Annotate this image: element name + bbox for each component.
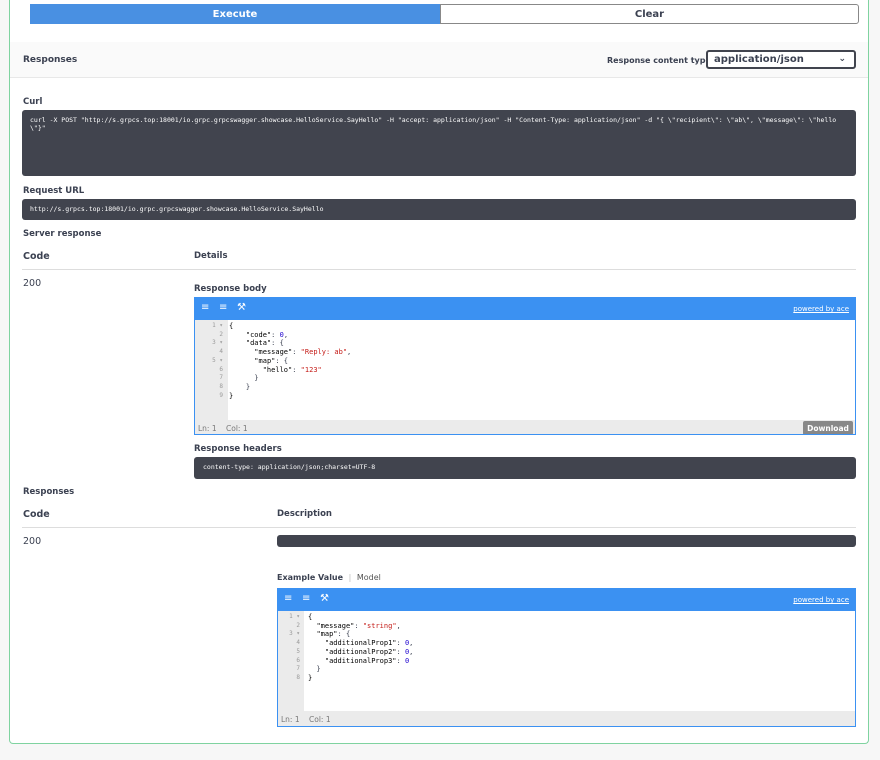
server-response-code: 200 <box>23 278 42 289</box>
responses-label: Responses <box>23 487 75 497</box>
download-button[interactable]: Download <box>803 421 853 434</box>
curl-label: Curl <box>23 97 43 107</box>
response-content-type-value: application/json <box>714 54 804 65</box>
response-body-code: { "code": 0, "data": { "message": "Reply… <box>229 322 352 400</box>
line-numbers: 1 ▾ 2 3 ▾ 4 5 6 7 8 <box>289 613 300 681</box>
request-url-value[interactable]: http://s.grpcs.top:18001/io.grpc.grpcswa… <box>22 199 856 220</box>
status-col: Col: 1 <box>309 715 331 724</box>
editor-toolbar: ≡ ≡ ⚒ powered by ace <box>278 589 855 611</box>
curl-command[interactable]: curl -X POST "http://s.grpcs.top:18001/i… <box>22 110 856 176</box>
response-headers-value[interactable]: content-type: application/json;charset=U… <box>194 457 856 479</box>
editor-statusbar: Ln: 1 Col: 1 Download <box>195 420 855 434</box>
responses-title: Responses <box>23 55 78 65</box>
response-description-block <box>277 535 856 547</box>
editor-statusbar: Ln: 1 Col: 1 <box>278 711 855 726</box>
wrench-icon[interactable]: ⚒ <box>320 593 329 604</box>
request-url-label: Request URL <box>23 186 85 196</box>
divider <box>22 269 856 270</box>
chevron-down-icon: ⌄ <box>838 54 846 64</box>
example-value-editor[interactable]: ≡ ≡ ⚒ powered by ace 1 ▾ 2 3 ▾ 4 5 6 7 8… <box>277 588 856 727</box>
tab-separator: | <box>348 573 352 582</box>
responses-code-header: Code <box>23 509 50 520</box>
indent-icon[interactable]: ≡ <box>284 593 292 604</box>
powered-by-ace-link[interactable]: powered by ace <box>793 305 849 313</box>
response-content-type-select[interactable]: application/json ⌄ <box>706 50 856 69</box>
responses-description-header: Description <box>277 509 332 519</box>
server-response-label: Server response <box>23 229 102 239</box>
wrench-icon[interactable]: ⚒ <box>237 302 246 313</box>
execute-wrapper: Execute Clear <box>30 4 859 24</box>
indent-icon[interactable]: ≡ <box>201 302 209 313</box>
tab-model[interactable]: Model <box>357 573 381 582</box>
divider <box>22 527 856 528</box>
response-body-label: Response body <box>194 284 267 294</box>
line-numbers: 1 ▾ 2 3 ▾ 4 5 ▾ 6 7 8 9 <box>212 322 223 399</box>
editor-toolbar: ≡ ≡ ⚒ powered by ace <box>195 298 855 320</box>
responses-code: 200 <box>23 536 42 547</box>
response-content-type-label: Response content type <box>607 56 711 65</box>
powered-by-ace-link[interactable]: powered by ace <box>793 596 849 604</box>
operation-panel: Execute Clear Responses Response content… <box>9 0 869 744</box>
server-response-details-header: Details <box>194 251 228 261</box>
response-body-editor[interactable]: ≡ ≡ ⚒ powered by ace 1 ▾ 2 3 ▾ 4 5 ▾ 6 7… <box>194 297 856 435</box>
status-line: Ln: 1 <box>198 424 217 433</box>
responses-header: Responses Response content type applicat… <box>10 42 868 78</box>
clear-button[interactable]: Clear <box>440 4 859 24</box>
list-icon[interactable]: ≡ <box>302 593 310 604</box>
example-model-tabs: Example Value | Model <box>277 573 381 582</box>
execute-button[interactable]: Execute <box>30 4 440 24</box>
status-col: Col: 1 <box>226 424 248 433</box>
status-line: Ln: 1 <box>281 715 300 724</box>
tab-example-value[interactable]: Example Value <box>277 573 343 582</box>
server-response-code-header: Code <box>23 251 50 262</box>
list-icon[interactable]: ≡ <box>219 302 227 313</box>
example-value-code: { "message": "string", "map": { "additio… <box>308 613 414 682</box>
response-headers-label: Response headers <box>194 444 282 454</box>
